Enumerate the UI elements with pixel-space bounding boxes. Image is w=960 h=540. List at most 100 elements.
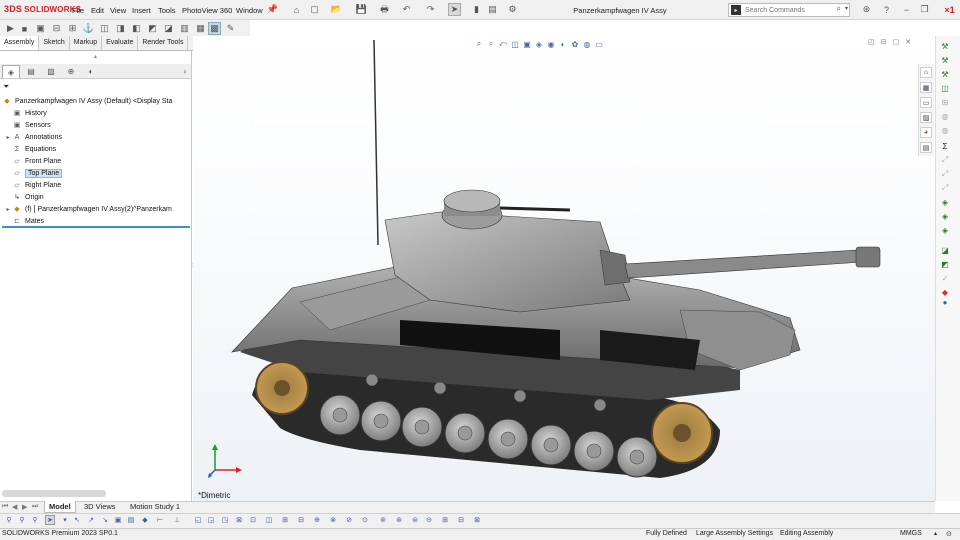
menu-tools[interactable]: Tools (158, 6, 176, 15)
tab-first-icon[interactable]: ⏮ (2, 503, 8, 511)
move-component-icon[interactable]: ◫ (98, 22, 111, 35)
tree-item-right-plane[interactable]: ▱ Right Plane (4, 179, 193, 191)
select-icon[interactable]: ➤ (45, 515, 55, 525)
help-icon[interactable]: ? (880, 3, 893, 16)
solid-filter-icon[interactable]: ◫ (264, 515, 274, 525)
section-view-icon[interactable]: ◫ (510, 38, 520, 50)
options-gear-icon[interactable]: ⚙ (506, 3, 519, 16)
viewport-minimize-icon[interactable]: ⊟ (881, 38, 887, 46)
surface-filter-icon[interactable]: ⊡ (248, 515, 258, 525)
property-manager-tab-icon[interactable]: ▤ (22, 65, 40, 78)
status-help-icon[interactable]: ⊙ (946, 530, 952, 538)
component-preview-icon[interactable]: ⊞ (66, 22, 79, 35)
display-style-icon[interactable]: ◉ (546, 38, 556, 50)
plane-filter-icon[interactable]: ◱ (193, 515, 203, 525)
symbol-filter-icon[interactable]: ⊝ (424, 515, 434, 525)
tree-item-front-plane[interactable]: ▱ Front Plane (4, 155, 193, 167)
settings-status[interactable]: Large Assembly Settings (696, 530, 773, 537)
tree-root[interactable]: ◆ Panzerkampfwagen IV Assy (Default) <Di… (2, 95, 191, 107)
tree-item-top-plane[interactable]: ▱ Top Plane (4, 167, 193, 179)
help-circle-icon[interactable]: ⊛ (860, 3, 873, 16)
close-icon[interactable]: ×1 (943, 3, 956, 16)
tree-item-history[interactable]: ▣ History (4, 107, 193, 119)
viewport-tile-icon[interactable]: ▢ (893, 38, 900, 46)
tab-last-icon[interactable]: ⏭ (32, 503, 38, 511)
balloon-filter-icon[interactable]: ⊠ (472, 515, 482, 525)
tool-icon-2[interactable]: ⚒ (939, 54, 951, 66)
units-selector[interactable]: MMGS (900, 530, 922, 537)
search-input[interactable]: ▸ Search Commands ⌕ ▾ (728, 3, 850, 17)
menu-window[interactable]: Window (236, 6, 263, 15)
tool-icon-9[interactable]: ⤢ (939, 168, 951, 180)
tree-item-origin[interactable]: ↳ Origin (4, 191, 193, 203)
select-arrow-icon[interactable]: ➤ (448, 3, 461, 16)
stop-icon[interactable]: ■ (18, 22, 31, 35)
dimension-filter-icon[interactable]: ⊠ (234, 515, 244, 525)
zoom-to-area-icon[interactable]: ⌕ (486, 38, 496, 50)
tool-icon-11[interactable]: ◈ (939, 196, 951, 208)
apply-scene-icon[interactable]: ◍ (582, 38, 592, 50)
previous-view-icon[interactable]: ⤺ (498, 38, 508, 50)
tool-icon-5[interactable]: ⊞ (939, 96, 951, 108)
minimize-icon[interactable]: − (900, 3, 913, 16)
assembly-features-icon[interactable]: ◧ (130, 22, 143, 35)
solidworks-logo[interactable]: 3DS SOLIDWORKS (4, 4, 81, 14)
sketch-filter-icon[interactable]: ◳ (220, 515, 230, 525)
tool-icon-18[interactable]: ● (939, 296, 951, 308)
filter-off-icon[interactable]: ⚲ (17, 515, 27, 525)
menu-insert[interactable]: Insert (132, 6, 151, 15)
tab-markup[interactable]: Markup (70, 36, 103, 50)
undo-icon[interactable]: ↶ (400, 3, 413, 16)
display-manager-tab-icon[interactable]: ◐ (82, 65, 100, 78)
tool-icon-1[interactable]: ⚒ (939, 40, 951, 52)
dynamic-annotation-icon[interactable]: ▣ (522, 38, 532, 50)
point-icon[interactable]: ⊥ (172, 515, 182, 525)
hole-filter-icon[interactable]: ⊜ (410, 515, 420, 525)
redo-icon[interactable]: ↷ (424, 3, 437, 16)
horizontal-scrollbar[interactable] (2, 490, 106, 497)
restore-icon[interactable]: ❐ (918, 3, 931, 16)
reference-geometry-icon[interactable]: ◩ (146, 22, 159, 35)
tool-icon-6[interactable]: ◍ (939, 110, 951, 122)
open-icon[interactable]: 📂 (330, 3, 343, 16)
snap-icon[interactable]: ↖ (72, 515, 82, 525)
select-dropdown-icon[interactable]: ▾ (60, 515, 70, 525)
tool-icon-3[interactable]: ⚒ (939, 68, 951, 80)
update-speedpak-icon[interactable]: ✎ (224, 22, 237, 35)
tab-3d-views[interactable]: 3D Views (80, 501, 120, 513)
print-icon[interactable]: 🖶 (378, 3, 391, 16)
tree-item-annotations[interactable]: ▸ A Annotations (4, 131, 193, 143)
viewport-restore-icon[interactable]: ◰ (868, 38, 875, 46)
units-dropdown-icon[interactable]: ▴ (934, 530, 937, 537)
bill-of-materials-icon[interactable]: ▥ (178, 22, 191, 35)
hide-show-icon[interactable]: ◐ (558, 38, 568, 50)
insert-components-icon[interactable]: ▣ (34, 22, 47, 35)
file-explorer-icon[interactable]: ▭ (920, 97, 932, 108)
tool-icon-14[interactable]: ◪ (939, 244, 951, 256)
dimxpert-tab-icon[interactable]: ⊕ (62, 65, 80, 78)
edge-icon[interactable]: ⊢ (155, 515, 165, 525)
tree-item-subassembly[interactable]: ▸ ◆ (f) [ Panzerkampfwagen IV Assy(2)^Pa… (4, 203, 193, 215)
appearances-icon[interactable]: ◕ (920, 127, 932, 138)
rebuild-icon[interactable]: ▮ (470, 3, 483, 16)
tool-icon-16[interactable]: ✓ (939, 272, 951, 284)
home-icon[interactable]: ⌂ (290, 3, 303, 16)
block-filter-icon[interactable]: ⊞ (440, 515, 450, 525)
tool-icon-7[interactable]: ◍ (939, 124, 951, 136)
play-icon[interactable]: ▶ (4, 22, 17, 35)
search-icon[interactable]: ⌕ (837, 4, 841, 14)
tool-icon-13[interactable]: ◈ (939, 224, 951, 236)
tab-motion-study[interactable]: Motion Study 1 (126, 501, 184, 513)
rollback-bar[interactable] (2, 226, 190, 228)
tank-model[interactable] (193, 36, 935, 501)
tool-icon-15[interactable]: ◩ (939, 258, 951, 270)
tool-icon-4[interactable]: ◫ (939, 82, 951, 94)
expand-icon[interactable]: ▸ (4, 134, 12, 141)
save-icon[interactable]: 💾 (355, 3, 368, 16)
view-settings-icon[interactable]: ▭ (594, 38, 604, 50)
note-filter-icon[interactable]: ⊞ (280, 515, 290, 525)
tab-next-icon[interactable]: ▶ (22, 503, 27, 511)
menu-view[interactable]: View (110, 6, 126, 15)
tab-prev-icon[interactable]: ◀ (12, 503, 17, 511)
expand-icon[interactable]: ▸ (4, 206, 12, 213)
